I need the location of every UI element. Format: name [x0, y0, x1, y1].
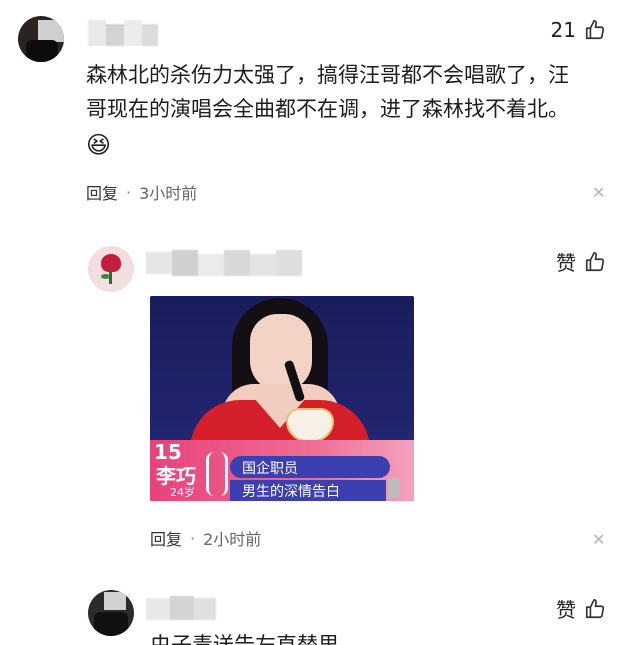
comment-line: 森林北的杀伤力太强了，搞得汪哥都不会唱歌了，汪 — [86, 63, 569, 87]
like-label: 赞 — [556, 251, 576, 275]
comment-meta: 回复 · 3小时前 — [86, 180, 197, 204]
reply-button[interactable]: 回复 — [150, 526, 182, 550]
avatar[interactable] — [88, 590, 134, 636]
avatar[interactable] — [88, 246, 134, 292]
comment-text: 森林北的杀伤力太强了，搞得汪哥都不会唱歌了，汪 哥现在的演唱会全曲都不在调，进了… — [86, 58, 606, 162]
like-count: 21 — [550, 18, 576, 42]
comment-meta: 回复 · 2小时前 — [150, 526, 261, 550]
separator-dot: · — [126, 182, 132, 202]
comment-text-partial: 虫子毒送告左直替里 — [150, 633, 339, 645]
thumbs-up-icon — [585, 598, 605, 618]
like-control[interactable]: 赞 — [556, 594, 606, 623]
like-label: 赞 — [556, 598, 576, 622]
caption-bottom: 男生的深情告白 — [242, 484, 340, 500]
attached-image[interactable]: 15 李巧 24岁 国企职员 男生的深情告白 — [150, 296, 414, 501]
timestamp: 3小时前 — [139, 184, 198, 203]
avatar[interactable] — [18, 16, 64, 62]
username-blurred[interactable] — [88, 20, 158, 46]
timestamp: 2小时前 — [203, 530, 262, 549]
contestant-age: 24岁 — [170, 486, 195, 499]
caption-top: 国企职员 — [242, 461, 298, 477]
like-control[interactable]: 赞 — [556, 247, 606, 276]
laughing-emoji: 😆 — [86, 131, 112, 159]
like-control[interactable]: 21 — [551, 18, 606, 42]
username-blurred[interactable] — [146, 596, 216, 620]
close-icon[interactable]: ✕ — [592, 530, 605, 549]
username-blurred[interactable] — [146, 250, 302, 276]
silhouette-figure — [206, 452, 228, 496]
thumbs-up-icon — [585, 20, 605, 40]
thumbs-up-icon — [585, 251, 605, 271]
comment-line: 哥现在的演唱会全曲都不在调，进了森林找不着北。 — [86, 97, 569, 121]
separator-dot: · — [190, 528, 196, 548]
close-icon[interactable]: ✕ — [592, 183, 605, 202]
reply-button[interactable]: 回复 — [86, 180, 118, 204]
